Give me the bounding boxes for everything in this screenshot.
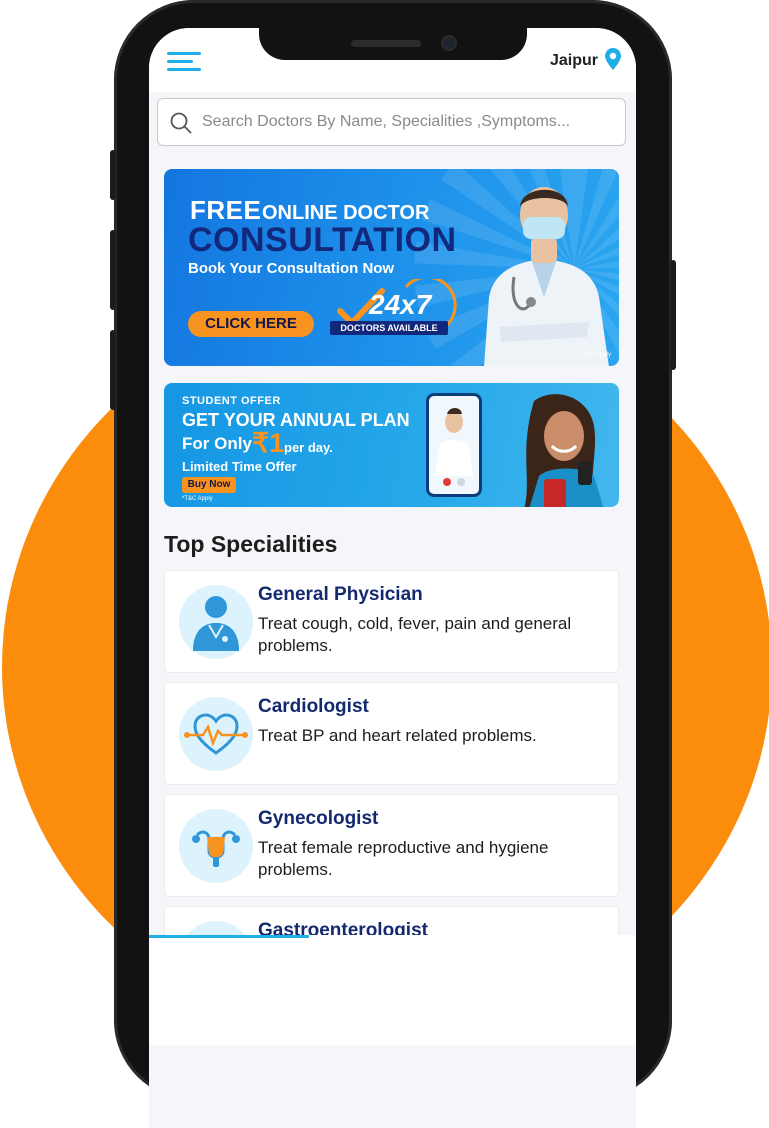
student-offer-banner[interactable]: STUDENT OFFER GET YOUR ANNUAL PLAN For O… [164,383,619,507]
video-call-phone-illustration [426,393,482,497]
video-call-doctor-icon [435,408,473,486]
banner-book-text: Book Your Consultation Now [188,260,395,277]
banner-consultation-text: CONSULTATION [188,221,457,259]
speciality-description: Treat BP and heart related problems. [258,726,537,745]
uterus-icon [179,809,253,883]
price-text: ₹1 [252,428,285,458]
search-icon [170,112,192,134]
search-input[interactable] [200,99,614,145]
speciality-description: Treat female reproductive and hygiene pr… [258,838,549,879]
top-specialities-heading: Top Specialities [164,531,338,557]
free-consultation-banner[interactable]: FREE ONLINE DOCTOR CONSULTATION Book You… [164,169,619,366]
heart-icon [179,697,253,771]
student-offer-tag: STUDENT OFFER [182,395,281,407]
doctors-available-badge: DOCTORS AVAILABLE [330,321,448,335]
speciality-name: General Physician [258,584,423,605]
front-camera [443,37,455,49]
search-bar[interactable] [157,98,626,146]
student-woman-illustration [524,394,604,507]
buy-now-button[interactable]: Buy Now [182,477,236,493]
scroll-indicator [149,935,309,938]
speciality-card-general-physician[interactable]: General Physician Treat cough, cold, fev… [164,570,619,673]
phone-side-button [110,150,116,200]
phone-volume-down-button [110,330,116,410]
physician-icon [179,585,253,659]
phone-notch [259,28,527,60]
phone-volume-up-button [110,230,116,310]
doctor-illustration [484,187,609,366]
speciality-card-cardiologist[interactable]: Cardiologist Treat BP and heart related … [164,682,619,785]
location-pin-icon[interactable] [604,48,622,70]
notch-speaker [351,40,421,47]
city-selector[interactable]: Jaipur [550,52,598,70]
limited-offer-text: Limited Time Offer [182,459,297,474]
speciality-description: Treat cough, cold, fever, pain and gener… [258,614,572,655]
banner-terms-text: *T&C Apply [580,352,611,358]
student-terms-text: *T&C Apply [182,496,213,502]
speciality-name: Cardiologist [258,696,369,717]
screen-bottom-cutoff [149,935,636,1045]
phone-power-button [670,260,676,370]
for-only-text: For Only [182,434,252,453]
annual-plan-headline: GET YOUR ANNUAL PLAN [182,410,410,430]
per-day-text: per day. [284,440,333,455]
menu-icon[interactable] [167,52,201,72]
click-here-button[interactable]: CLICK HERE [188,311,314,337]
speciality-card-gynecologist[interactable]: Gynecologist Treat female reproductive a… [164,794,619,897]
speciality-name: Gynecologist [258,808,379,829]
